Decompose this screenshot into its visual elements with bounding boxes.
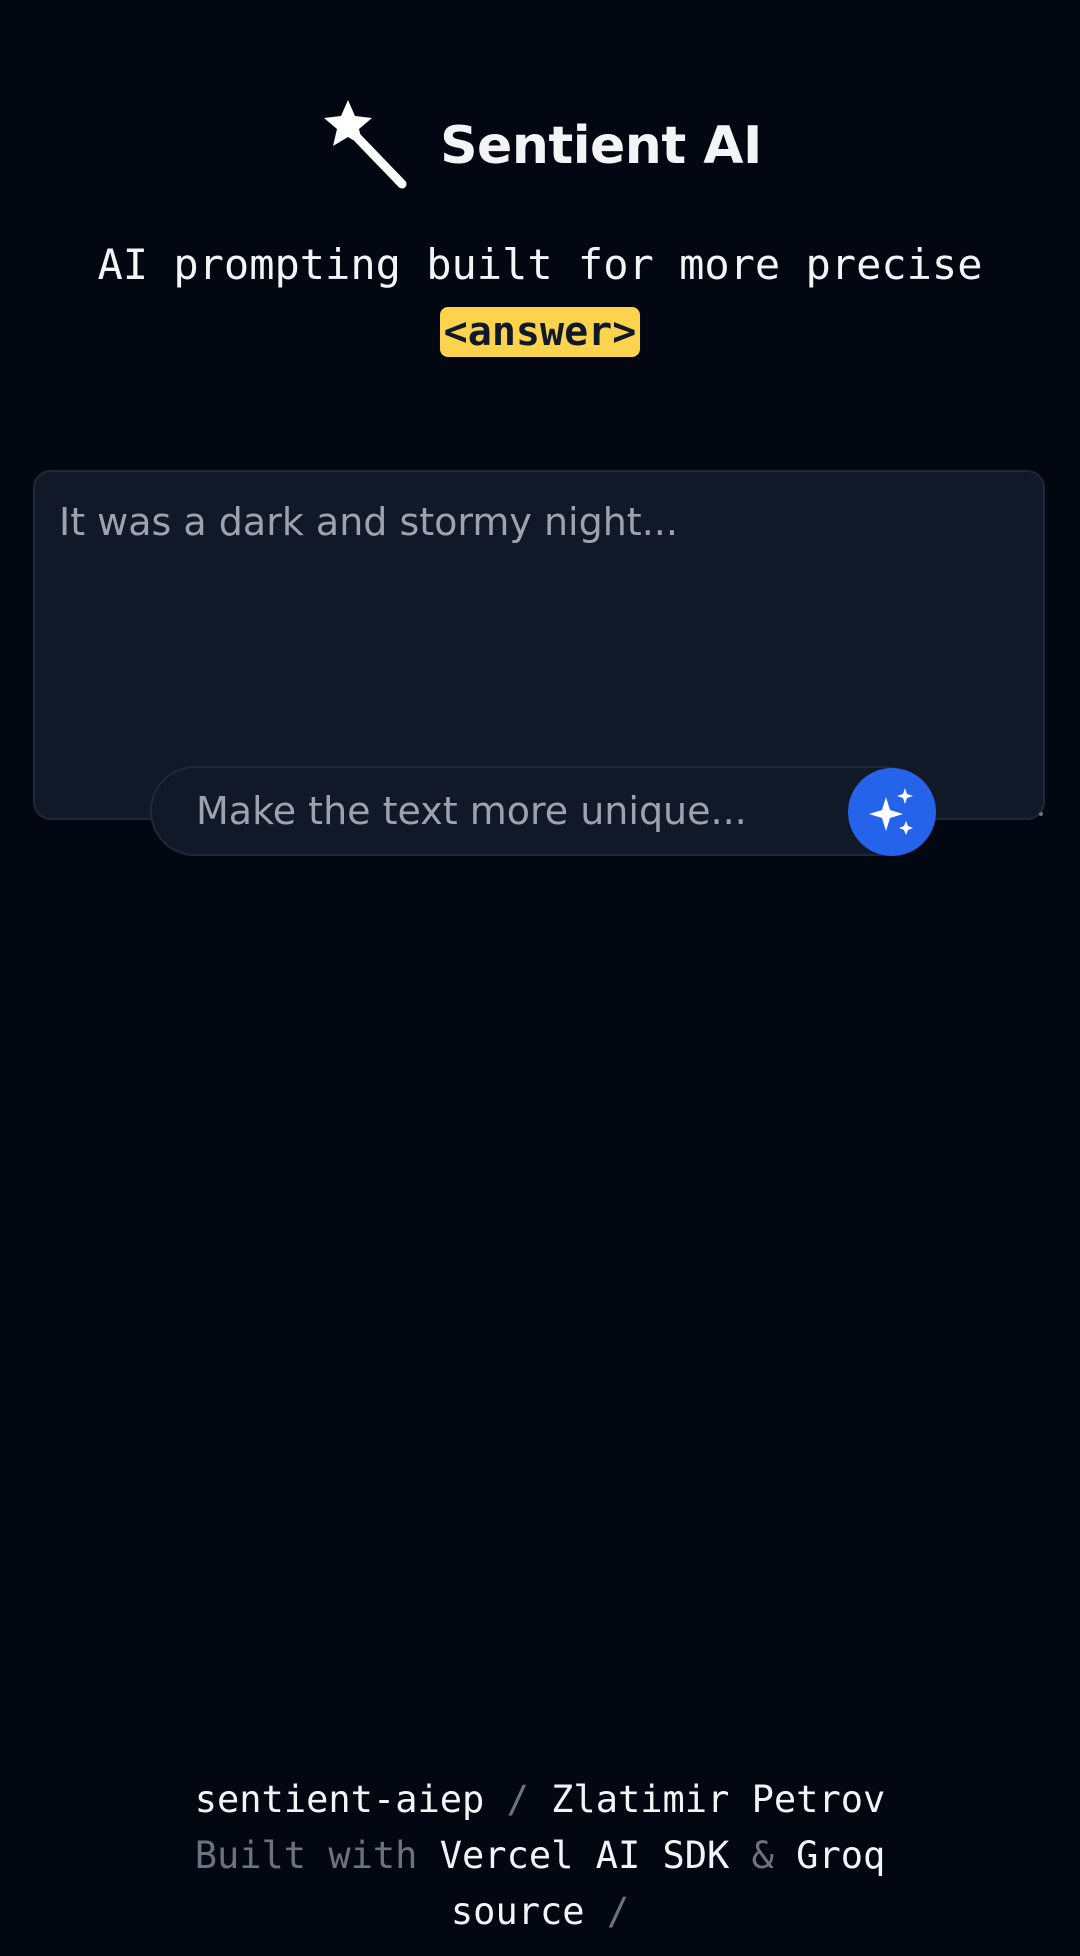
- tagline: AI prompting built for more precise <ans…: [40, 232, 1040, 364]
- vercel-ai-sdk-link[interactable]: Vercel AI SDK: [440, 1834, 730, 1877]
- footer-source-line: source /: [0, 1884, 1080, 1940]
- ampersand-text: &: [729, 1834, 797, 1877]
- repo-link[interactable]: sentient-aiep: [195, 1778, 485, 1821]
- built-with-label: Built with: [194, 1834, 440, 1877]
- resize-handle[interactable]: [1039, 812, 1043, 816]
- generate-button[interactable]: [848, 768, 936, 856]
- magic-wand-icon: [324, 100, 407, 189]
- groq-link[interactable]: Groq: [796, 1834, 885, 1877]
- prompt-input[interactable]: [196, 768, 816, 854]
- footer: sentient-aiep / Zlatimir Petrov Built wi…: [0, 1772, 1080, 1940]
- author-link[interactable]: Zlatimir Petrov: [551, 1778, 885, 1821]
- footer-built-with-line: Built with Vercel AI SDK & Groq: [0, 1828, 1080, 1884]
- footer-separator: /: [484, 1778, 552, 1821]
- tagline-text: AI prompting built for more precise: [97, 240, 983, 289]
- sparkles-icon: [869, 788, 913, 835]
- prompt-bar: [150, 766, 936, 856]
- app-header: Sentient AI: [0, 96, 1080, 196]
- footer-trailing-separator: /: [584, 1890, 630, 1933]
- answer-highlight-badge: <answer>: [439, 307, 641, 357]
- footer-credits-line: sentient-aiep / Zlatimir Petrov: [0, 1772, 1080, 1828]
- source-link[interactable]: source: [451, 1890, 585, 1933]
- app-title: Sentient AI: [440, 116, 762, 176]
- editor-text[interactable]: It was a dark and stormy night...: [59, 500, 678, 544]
